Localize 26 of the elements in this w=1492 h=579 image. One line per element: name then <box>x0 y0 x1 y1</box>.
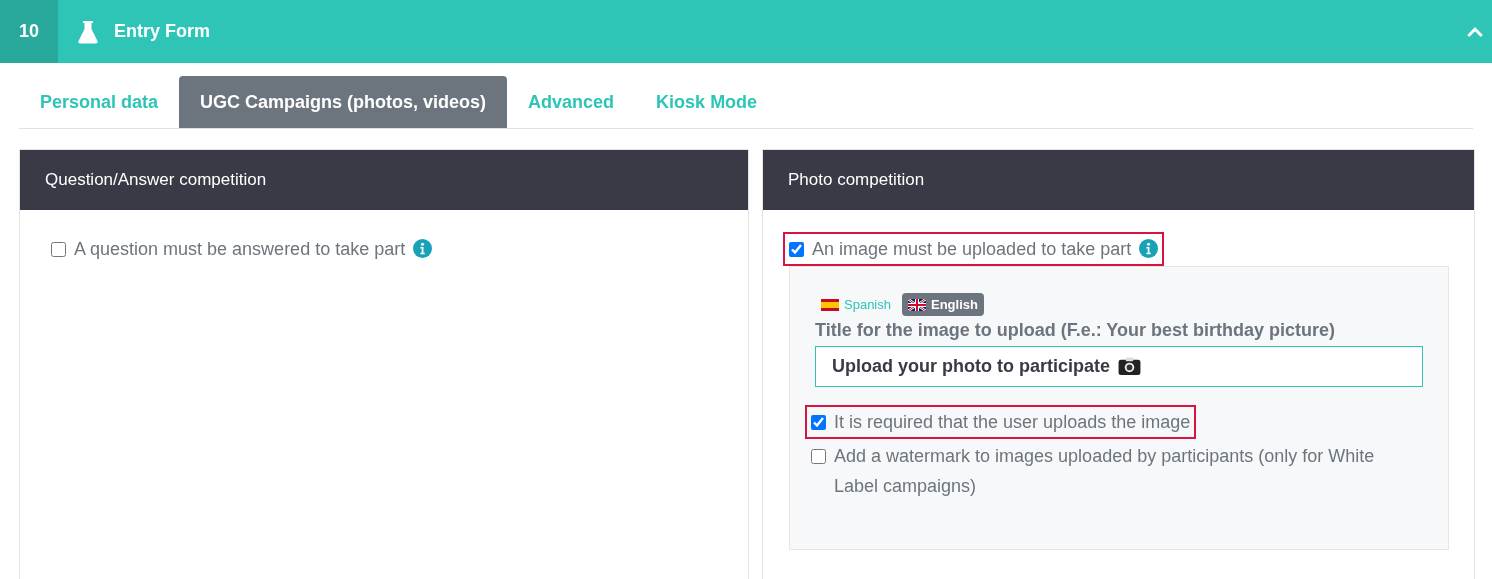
option-label: An image must be uploaded to take part <box>812 238 1132 261</box>
collapse-icon[interactable] <box>1466 25 1484 38</box>
section-header[interactable]: 10 Entry Form <box>0 0 1492 63</box>
section-title: Entry Form <box>114 21 210 42</box>
panel-title: Photo competition <box>788 170 925 190</box>
tab[interactable]: UGC Campaigns (photos, videos) <box>179 76 508 128</box>
language-tab[interactable]: Spanish <box>815 293 897 316</box>
checkbox[interactable] <box>811 449 826 464</box>
flask-icon <box>78 19 98 44</box>
panel-title: Question/Answer competition <box>45 170 267 190</box>
option-label: Add a watermark to images uploaded by participants (only for White Label campaigns) <box>834 445 1376 498</box>
camera-icon <box>1118 357 1141 376</box>
step-number: 10 <box>0 0 58 63</box>
info-icon[interactable] <box>1139 239 1159 258</box>
input-field[interactable]: Upload your photo to participate <box>815 346 1423 387</box>
field-label: Title for the image to upload (F.e.: Your best birthday picture) <box>815 320 1337 341</box>
language-tab[interactable]: English <box>902 293 984 316</box>
checkbox[interactable] <box>811 415 826 430</box>
tab[interactable]: Personal data <box>19 76 180 128</box>
checkbox[interactable] <box>51 242 66 257</box>
checkbox[interactable] <box>789 242 804 257</box>
tab[interactable]: Kiosk Mode <box>635 76 779 128</box>
tab[interactable]: Advanced <box>507 76 636 128</box>
info-icon[interactable] <box>413 239 433 258</box>
option-label: It is required that the user uploads the image <box>834 411 1191 434</box>
option-label: A question must be answered to take part <box>74 238 406 261</box>
